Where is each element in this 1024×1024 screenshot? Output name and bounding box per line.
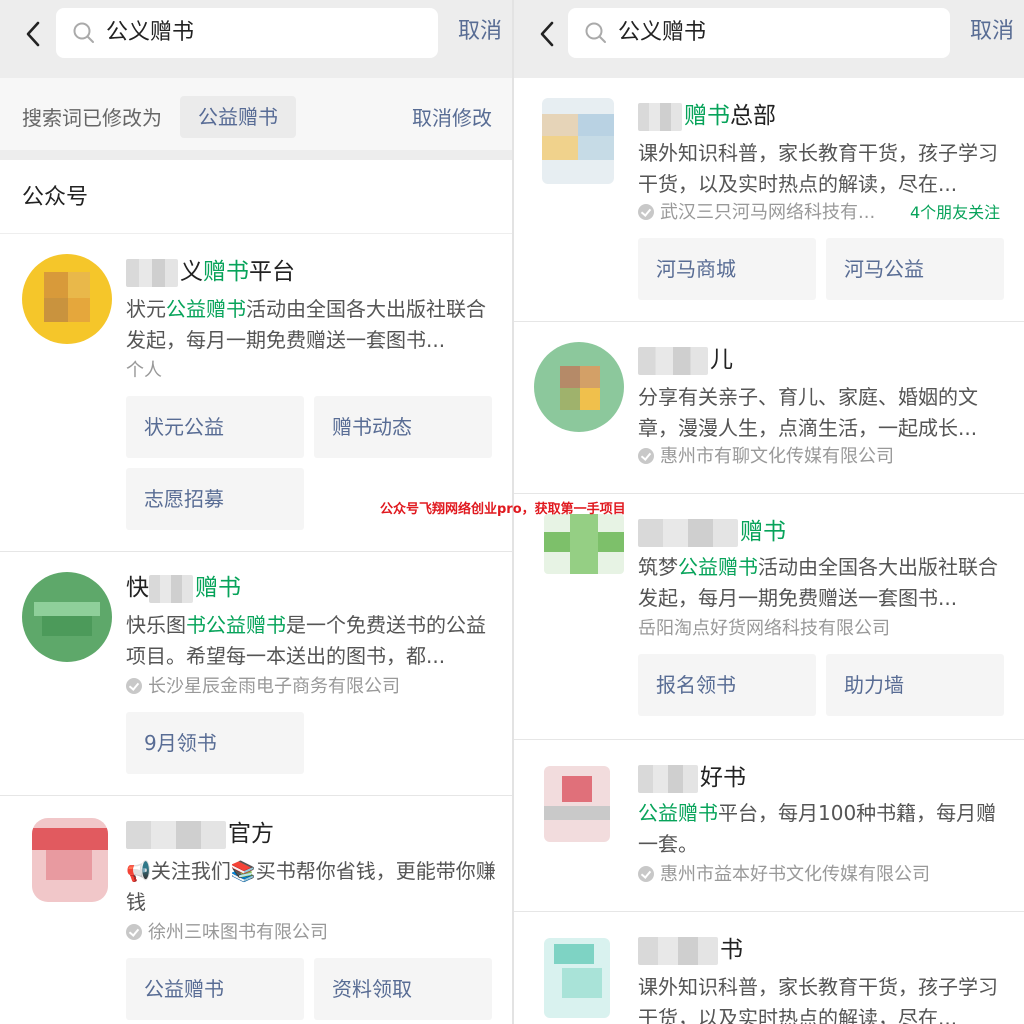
account-description: 快乐图书公益赠书是一个免费送书的公益项目。希望每一本送出的图书，都... (126, 613, 486, 668)
account-description: 分享有关亲子、育儿、家庭、婚姻的文章，漫漫人生，点滴生活，一起成长... (638, 385, 978, 440)
cancel-button[interactable]: 取消 (970, 16, 1014, 48)
search-bar: 公义赠书 取消 (514, 0, 1024, 78)
account-owner: 长沙星辰金雨电子商务有限公司 (126, 674, 400, 700)
account-owner: 武汉三只河马网络科技有... (638, 200, 875, 226)
account-avatar (542, 98, 614, 184)
blurred-name (149, 574, 193, 603)
search-input[interactable]: 公义赠书 (56, 8, 438, 58)
account-name: 义赠书平台 (126, 256, 295, 288)
account-owner: 惠州市有聊文化传媒有限公司 (638, 444, 894, 470)
account-avatar (22, 254, 112, 344)
menu-button[interactable]: 河马公益 (826, 238, 1004, 300)
search-icon (585, 22, 606, 43)
verified-icon (126, 678, 142, 694)
menu-button[interactable]: 资料领取 (314, 958, 492, 1020)
blurred-name (126, 820, 226, 849)
menu-button[interactable]: 公益赠书 (126, 958, 304, 1020)
account-avatar (32, 818, 108, 902)
menu-button[interactable]: 志愿招募 (126, 468, 304, 530)
search-query: 公义赠书 (618, 20, 707, 45)
friends-following: 4个朋友关注 (910, 203, 1001, 222)
menu-button[interactable]: 河马商城 (638, 238, 816, 300)
account-card[interactable]: 官方 📢关注我们📚买书帮你省钱，更能带你赚钱 徐州三味图书有限公司 公益赠书 资… (0, 796, 512, 1024)
undo-correction-button[interactable]: 取消修改 (412, 102, 492, 134)
account-name: 赠书总部 (638, 100, 776, 132)
account-card[interactable]: 赠书总部 课外知识科普，家长教育干货，孩子学习干货，以及实时热点的解读，尽在..… (514, 78, 1024, 322)
blurred-name (638, 936, 718, 965)
blurred-name (638, 518, 738, 547)
back-arrow-icon[interactable] (22, 20, 46, 48)
menu-button[interactable]: 助力墙 (826, 654, 1004, 716)
account-name: 书 (638, 934, 743, 966)
account-description: 课外知识科普，家长教育干货，孩子学习干货，以及实时热点的解读，尽在... (638, 141, 998, 196)
account-description: 公益赠书平台，每月100种书籍，每月赠一套。 (638, 801, 997, 856)
account-owner: 惠州市益本好书文化传媒有限公司 (638, 862, 930, 888)
account-avatar (544, 514, 624, 574)
search-icon (73, 22, 94, 43)
verified-icon (638, 204, 654, 220)
account-card[interactable]: 赠书 筑梦公益赠书活动由全国各大出版社联合发起，每月一期免费赠送一套图书... … (514, 494, 1024, 740)
section-title: 公众号 (0, 160, 512, 234)
blurred-name (126, 258, 178, 287)
blurred-name (638, 346, 708, 375)
account-name: 儿 (638, 344, 733, 376)
query-correction-bar: 搜索词已修改为 公益赠书 取消修改 (0, 78, 512, 160)
account-description: 📢关注我们📚买书帮你省钱，更能带你赚钱 (126, 859, 496, 914)
verified-icon (638, 866, 654, 882)
account-card[interactable]: 好书 公益赠书平台，每月100种书籍，每月赠一套。 惠州市益本好书文化传媒有限公… (514, 740, 1024, 912)
blurred-name (638, 764, 698, 793)
account-owner: 岳阳淘点好货网络科技有限公司 (638, 618, 890, 639)
account-card[interactable]: 书 课外知识科普，家长教育干货，孩子学习干货，以及实时热点的解读，尽在... (514, 912, 1024, 1024)
account-avatar (534, 342, 624, 432)
watermark-text: 公众号飞翔网络创业pro，获取第一手项目 (380, 502, 626, 517)
account-avatar (544, 938, 610, 1018)
verified-icon (126, 924, 142, 940)
account-name: 官方 (126, 818, 274, 850)
account-card[interactable]: 儿 分享有关亲子、育儿、家庭、婚姻的文章，漫漫人生，点滴生活，一起成长... 惠… (514, 322, 1024, 494)
account-description: 筑梦公益赠书活动由全国各大出版社联合发起，每月一期免费赠送一套图书... (638, 555, 998, 610)
account-description: 状元公益赠书活动由全国各大出版社联合发起，每月一期免费赠送一套图书... (126, 297, 486, 352)
search-query: 公义赠书 (106, 20, 195, 45)
account-card[interactable]: 快赠书 快乐图书公益赠书是一个免费送书的公益项目。希望每一本送出的图书，都...… (0, 552, 512, 796)
verified-icon (638, 448, 654, 464)
corrected-term-chip[interactable]: 公益赠书 (180, 96, 296, 138)
account-name: 赠书 (638, 516, 786, 548)
menu-button[interactable]: 报名领书 (638, 654, 816, 716)
blurred-name (638, 102, 682, 131)
account-name: 好书 (638, 762, 746, 794)
menu-button[interactable]: 赠书动态 (314, 396, 492, 458)
search-bar: 公义赠书 取消 (0, 0, 512, 78)
menu-button[interactable]: 9月领书 (126, 712, 304, 774)
account-type: 个人 (126, 360, 162, 381)
account-name: 快赠书 (126, 574, 241, 603)
search-input[interactable]: 公义赠书 (568, 8, 950, 58)
menu-button[interactable]: 状元公益 (126, 396, 304, 458)
correction-label: 搜索词已修改为 (22, 106, 162, 130)
account-avatar (544, 766, 610, 842)
account-avatar (22, 572, 112, 662)
account-description: 课外知识科普，家长教育干货，孩子学习干货，以及实时热点的解读，尽在... (638, 975, 998, 1024)
back-arrow-icon[interactable] (536, 20, 560, 48)
account-owner: 徐州三味图书有限公司 (126, 920, 328, 946)
cancel-button[interactable]: 取消 (458, 16, 502, 48)
